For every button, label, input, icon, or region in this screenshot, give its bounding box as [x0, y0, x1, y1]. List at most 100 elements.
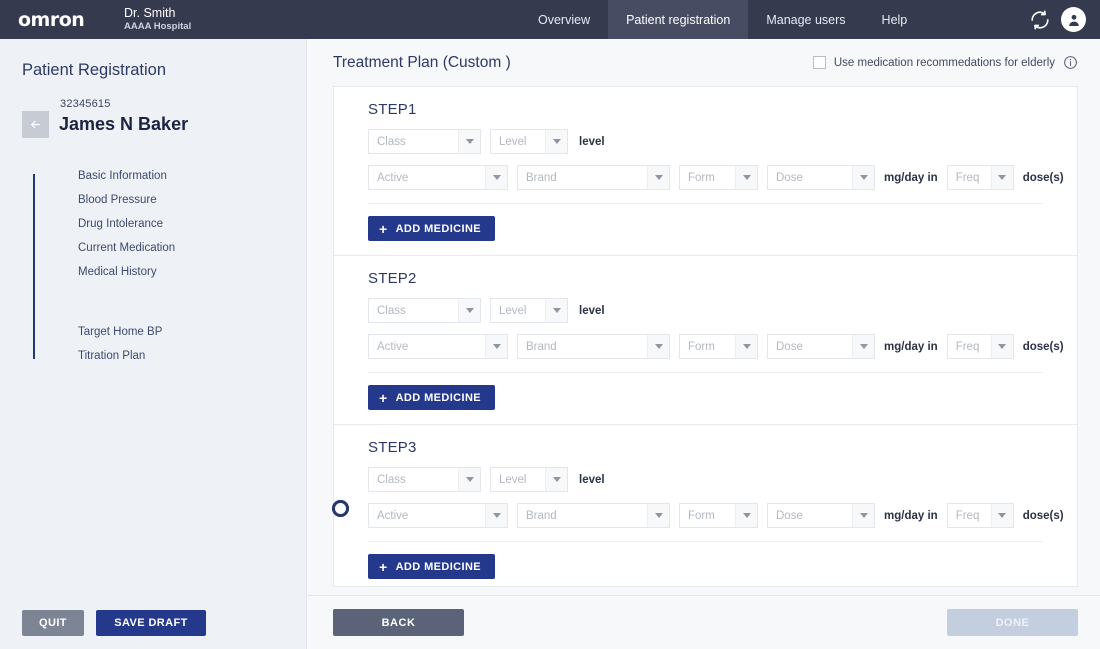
brand-select-placeholder: Brand: [518, 341, 557, 353]
sidebar-item-target-home-bp[interactable]: Target Home BP: [22, 320, 306, 344]
frequency-select[interactable]: Freq: [947, 503, 1014, 528]
dose-unit-label: mg/day in: [884, 510, 938, 522]
registration-step-tree: Patient Profile Basic Information Blood …: [22, 164, 306, 368]
omron-logo: omron: [18, 9, 106, 31]
chevron-down-icon: [852, 335, 874, 358]
step-class-row: Class Level level: [368, 467, 1077, 492]
step-divider: [368, 372, 1043, 373]
add-medicine-label: ADD MEDICINE: [396, 561, 481, 573]
level-suffix-label: level: [579, 136, 605, 148]
active-ingredient-select[interactable]: Active: [368, 334, 508, 359]
sidebar-item-drug-intolerance[interactable]: Drug Intolerance: [22, 212, 306, 236]
plus-icon: +: [379, 560, 388, 574]
dose-select[interactable]: Dose: [767, 165, 875, 190]
dose-suffix-label: dose(s): [1023, 510, 1064, 522]
plus-icon: +: [379, 222, 388, 236]
hospital-name: AAAA Hospital: [124, 22, 191, 33]
form-select[interactable]: Form: [679, 165, 758, 190]
sidebar-item-titration-plan[interactable]: Titration Plan: [22, 344, 306, 368]
chevron-down-icon: [485, 335, 507, 358]
content-footer: BACK DONE: [307, 595, 1100, 649]
level-select[interactable]: Level: [490, 298, 568, 323]
class-select-placeholder: Class: [369, 305, 406, 317]
form-select[interactable]: Form: [679, 503, 758, 528]
back-arrow-icon: [28, 118, 43, 131]
elderly-recommendation-checkbox[interactable]: [813, 56, 826, 69]
brand-select[interactable]: Brand: [517, 334, 670, 359]
sidebar-subitem-label: Current Medication: [78, 242, 175, 254]
brand-select[interactable]: Brand: [517, 503, 670, 528]
quit-button[interactable]: QUIT: [22, 610, 84, 636]
frequency-select[interactable]: Freq: [947, 334, 1014, 359]
class-select-placeholder: Class: [369, 474, 406, 486]
dose-suffix-label: dose(s): [1023, 341, 1064, 353]
patient-name: James N Baker: [59, 114, 188, 135]
freq-select-placeholder: Freq: [948, 172, 980, 184]
chevron-down-icon: [458, 468, 480, 491]
dose-select[interactable]: Dose: [767, 503, 875, 528]
step-block-1: STEP1 Class Level level Active: [334, 87, 1077, 255]
level-select[interactable]: Level: [490, 467, 568, 492]
sync-icon[interactable]: [1029, 9, 1051, 31]
back-arrow-button[interactable]: [22, 111, 49, 138]
doctor-name: Dr. Smith: [124, 6, 191, 20]
chevron-down-icon: [735, 504, 757, 527]
chevron-down-icon: [545, 299, 567, 322]
dose-suffix-label: dose(s): [1023, 172, 1064, 184]
info-icon[interactable]: [1063, 55, 1078, 70]
add-medicine-button[interactable]: + ADD MEDICINE: [368, 216, 495, 241]
main-navigation: Overview Patient registration Manage use…: [520, 0, 925, 39]
tree-spacer: [22, 302, 306, 320]
freq-select-placeholder: Freq: [948, 510, 980, 522]
form-select[interactable]: Form: [679, 334, 758, 359]
nav-item-patient-registration[interactable]: Patient registration: [608, 0, 748, 39]
doctor-info: Dr. Smith AAAA Hospital: [124, 6, 191, 32]
nav-item-overview[interactable]: Overview: [520, 0, 608, 39]
chevron-down-icon: [852, 166, 874, 189]
chevron-down-icon: [647, 335, 669, 358]
add-medicine-button[interactable]: + ADD MEDICINE: [368, 554, 495, 579]
nav-item-help[interactable]: Help: [864, 0, 926, 39]
class-select[interactable]: Class: [368, 467, 481, 492]
step-class-row: Class Level level: [368, 129, 1077, 154]
sidebar-item-current-medication[interactable]: Current Medication: [22, 236, 306, 260]
elderly-recommendation-option[interactable]: Use medication recommedations for elderl…: [813, 55, 1078, 70]
sidebar-subitem-label: Medical History: [78, 266, 157, 278]
done-button[interactable]: DONE: [947, 609, 1078, 636]
dose-select[interactable]: Dose: [767, 334, 875, 359]
user-avatar[interactable]: [1061, 7, 1086, 32]
back-button[interactable]: BACK: [333, 609, 464, 636]
brand-select[interactable]: Brand: [517, 165, 670, 190]
tree-connector-line: [33, 174, 35, 359]
level-suffix-label: level: [579, 474, 605, 486]
form-select-placeholder: Form: [680, 510, 715, 522]
add-medicine-label: ADD MEDICINE: [396, 392, 481, 404]
chevron-down-icon: [852, 504, 874, 527]
active-ingredient-select[interactable]: Active: [368, 165, 508, 190]
chevron-down-icon: [458, 130, 480, 153]
frequency-select[interactable]: Freq: [947, 165, 1014, 190]
brand-select-placeholder: Brand: [518, 510, 557, 522]
sidebar-subitem-label: Drug Intolerance: [78, 218, 163, 230]
sidebar-item-medical-history[interactable]: Medical History: [22, 260, 306, 284]
sidebar-item-basic-information[interactable]: Basic Information: [22, 164, 306, 188]
chevron-down-icon: [991, 166, 1013, 189]
save-draft-button[interactable]: SAVE DRAFT: [96, 610, 206, 636]
sidebar-item-blood-pressure[interactable]: Blood Pressure: [22, 188, 306, 212]
add-medicine-button[interactable]: + ADD MEDICINE: [368, 385, 495, 410]
class-select[interactable]: Class: [368, 129, 481, 154]
chevron-down-icon: [991, 335, 1013, 358]
nav-item-manage-users[interactable]: Manage users: [748, 0, 863, 39]
app-root: omron Dr. Smith AAAA Hospital Overview P…: [0, 0, 1100, 649]
page-title: Treatment Plan (Custom ): [333, 54, 511, 72]
treatment-steps-card: STEP1 Class Level level Active: [333, 86, 1078, 587]
step-divider: [368, 541, 1043, 542]
main-content: Treatment Plan (Custom ) Use medication …: [307, 39, 1100, 649]
step-title: STEP2: [368, 270, 1077, 287]
class-select[interactable]: Class: [368, 298, 481, 323]
form-select-placeholder: Form: [680, 341, 715, 353]
header-actions: [1029, 0, 1086, 39]
class-select-placeholder: Class: [369, 136, 406, 148]
level-select[interactable]: Level: [490, 129, 568, 154]
active-ingredient-select[interactable]: Active: [368, 503, 508, 528]
